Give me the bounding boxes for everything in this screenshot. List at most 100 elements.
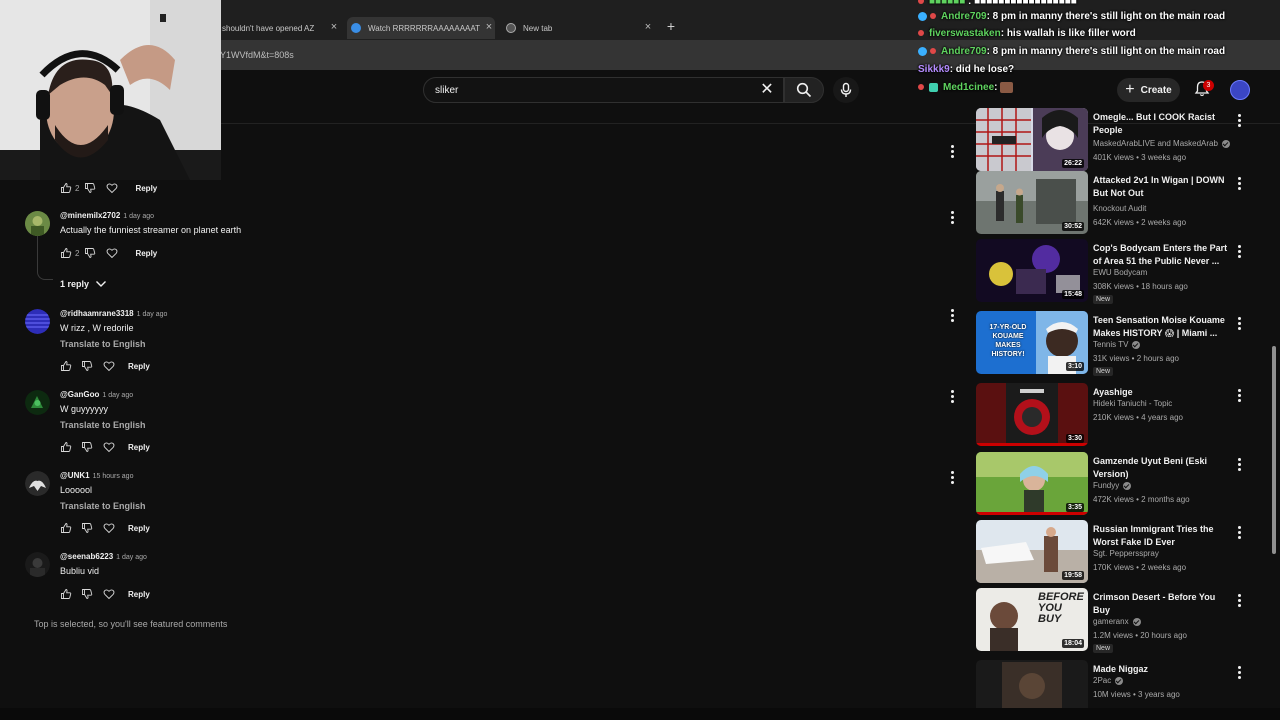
thumbs-down-icon[interactable]	[84, 247, 96, 259]
chat-username[interactable]: Sikkk9	[918, 64, 950, 75]
channel-name[interactable]: Tennis TV	[1093, 340, 1141, 349]
channel-name[interactable]: gameranx	[1093, 617, 1141, 626]
thumbs-down-icon[interactable]	[84, 182, 96, 194]
comment-author[interactable]: @seenab6223	[60, 552, 113, 561]
comment-timestamp[interactable]: 1 day ago	[102, 392, 133, 399]
channel-name[interactable]: EWU Bodycam	[1093, 268, 1147, 277]
reply-button[interactable]: Reply	[128, 524, 150, 533]
channel-name[interactable]: Fundyy	[1093, 481, 1132, 490]
avatar[interactable]	[25, 390, 50, 415]
chat-username[interactable]: Med1cinee	[943, 82, 994, 93]
heart-icon[interactable]	[103, 441, 115, 453]
video-thumbnail[interactable]: BEFORE YOU BUY 18:04	[976, 588, 1088, 651]
heart-icon[interactable]	[106, 182, 118, 194]
translate-link[interactable]: Translate to English	[60, 420, 146, 430]
comment-timestamp[interactable]: 15 hours ago	[93, 473, 134, 480]
page-scrollbar[interactable]	[1271, 124, 1277, 708]
avatar[interactable]	[25, 309, 50, 334]
comment-author[interactable]: @GanGoo	[60, 390, 99, 399]
heart-icon[interactable]	[103, 588, 115, 600]
video-thumbnail[interactable]: 3:35	[976, 452, 1088, 515]
browser-tab-2[interactable]: Watch RRRRRRRAAAAAAAAT ×	[347, 17, 495, 39]
thumbs-down-icon[interactable]	[81, 360, 93, 372]
recommendation-item[interactable]: 3:35 Gamzende Uyut Beni (Eski Version) F…	[976, 452, 1258, 516]
translate-link[interactable]: Translate to English	[60, 339, 146, 349]
recommendation-item[interactable]: Made Niggaz 2Pac 10M views • 3 years ago	[976, 660, 1258, 710]
show-replies-button[interactable]: 1 reply	[60, 279, 107, 289]
more-vert-icon[interactable]	[1237, 114, 1241, 128]
chat-username[interactable]: Andre709	[941, 46, 987, 57]
video-title[interactable]: Teen Sensation Moise Kouame Makes HISTOR…	[1093, 314, 1228, 340]
browser-tab-3[interactable]: New tab ×	[506, 17, 654, 39]
channel-name[interactable]: Sgt. Peppersspray	[1093, 549, 1159, 558]
recommendation-item[interactable]: 26:22 Omegle... But I COOK Racist People…	[976, 108, 1258, 172]
thumbs-up-icon[interactable]	[60, 360, 72, 372]
more-vert-icon[interactable]	[1237, 594, 1241, 608]
avatar[interactable]	[25, 211, 50, 236]
reply-button[interactable]: Reply	[128, 362, 150, 371]
more-vert-icon[interactable]	[1237, 317, 1241, 331]
more-vert-icon[interactable]	[1237, 458, 1241, 472]
close-icon[interactable]: ×	[328, 21, 340, 33]
comment-timestamp[interactable]: 1 day ago	[116, 554, 147, 561]
avatar[interactable]	[25, 552, 50, 577]
comment-author[interactable]: @UNK1	[60, 471, 90, 480]
recommendation-item[interactable]: 3:30 Ayashige Hideki Taniuchi - Topic 21…	[976, 383, 1258, 447]
video-title[interactable]: Russian Immigrant Tries the Worst Fake I…	[1093, 523, 1228, 549]
thumbs-up-icon[interactable]	[60, 441, 72, 453]
video-title[interactable]: Ayashige	[1093, 386, 1228, 399]
thumbs-up-icon[interactable]	[60, 522, 72, 534]
more-vert-icon[interactable]	[1237, 245, 1241, 259]
more-vert-icon[interactable]	[950, 309, 954, 323]
video-thumbnail[interactable]: 17-YR-OLD KOUAME MAKES HISTORY! 3:10	[976, 311, 1088, 374]
close-icon[interactable]: ×	[483, 21, 495, 33]
video-thumbnail[interactable]: 3:30	[976, 383, 1088, 446]
reply-button[interactable]: Reply	[135, 249, 157, 258]
more-vert-icon[interactable]	[1237, 526, 1241, 540]
thumbs-up-icon[interactable]	[60, 247, 72, 259]
more-vert-icon[interactable]	[950, 145, 954, 159]
channel-name[interactable]: Hideki Taniuchi - Topic	[1093, 399, 1172, 408]
more-vert-icon[interactable]	[950, 390, 954, 404]
video-title[interactable]: Cop's Bodycam Enters the Part of Area 51…	[1093, 242, 1228, 268]
more-vert-icon[interactable]	[1237, 177, 1241, 191]
video-title[interactable]: Made Niggaz	[1093, 663, 1228, 676]
scrollbar-thumb[interactable]	[1272, 346, 1276, 554]
channel-name[interactable]: 2Pac	[1093, 676, 1124, 685]
video-thumbnail[interactable]: 15:48	[976, 239, 1088, 302]
chat-username[interactable]: Andre709	[941, 11, 987, 22]
translate-link[interactable]: Translate to English	[60, 501, 146, 511]
reply-button[interactable]: Reply	[135, 184, 157, 193]
reply-button[interactable]: Reply	[128, 590, 150, 599]
comment-author[interactable]: @minemilx2702	[60, 211, 120, 220]
thumbs-up-icon[interactable]	[60, 182, 72, 194]
recommendation-item[interactable]: 17-YR-OLD KOUAME MAKES HISTORY! 3:10 Tee…	[976, 311, 1258, 376]
comment-timestamp[interactable]: 1 day ago	[137, 311, 168, 318]
channel-name[interactable]: MaskedArabLIVE and MaskedArab	[1093, 139, 1230, 148]
heart-icon[interactable]	[103, 360, 115, 372]
recommendation-item[interactable]: 30:52 Attacked 2v1 In Wigan | DOWN But N…	[976, 171, 1258, 235]
search-input[interactable]: sliker ✕	[423, 77, 784, 103]
more-vert-icon[interactable]	[950, 211, 954, 225]
more-vert-icon[interactable]	[1237, 389, 1241, 403]
recommendation-item[interactable]: 19:58 Russian Immigrant Tries the Worst …	[976, 520, 1258, 584]
thumbs-up-icon[interactable]	[60, 588, 72, 600]
close-icon[interactable]: ✕	[759, 82, 775, 98]
video-title[interactable]: Attacked 2v1 In Wigan | DOWN But Not Out	[1093, 174, 1228, 200]
chat-username[interactable]: fiverswastaken	[929, 28, 1001, 39]
comment-timestamp[interactable]: 1 day ago	[123, 213, 154, 220]
channel-name[interactable]: Knockout Audit	[1093, 204, 1146, 213]
voice-search-button[interactable]	[833, 77, 859, 103]
heart-icon[interactable]	[103, 522, 115, 534]
new-tab-button[interactable]: +	[664, 19, 678, 33]
video-title[interactable]: Omegle... But I COOK Racist People	[1093, 111, 1228, 137]
thumbs-down-icon[interactable]	[81, 441, 93, 453]
more-vert-icon[interactable]	[950, 471, 954, 485]
search-button[interactable]	[784, 77, 824, 103]
video-thumbnail[interactable]	[976, 660, 1088, 710]
browser-tab-1[interactable]: shouldn't have opened AZ ×	[222, 17, 340, 39]
video-thumbnail[interactable]: 19:58	[976, 520, 1088, 583]
video-thumbnail[interactable]: 26:22	[976, 108, 1088, 171]
close-icon[interactable]: ×	[642, 21, 654, 33]
recommendation-item[interactable]: 15:48 Cop's Bodycam Enters the Part of A…	[976, 239, 1258, 304]
